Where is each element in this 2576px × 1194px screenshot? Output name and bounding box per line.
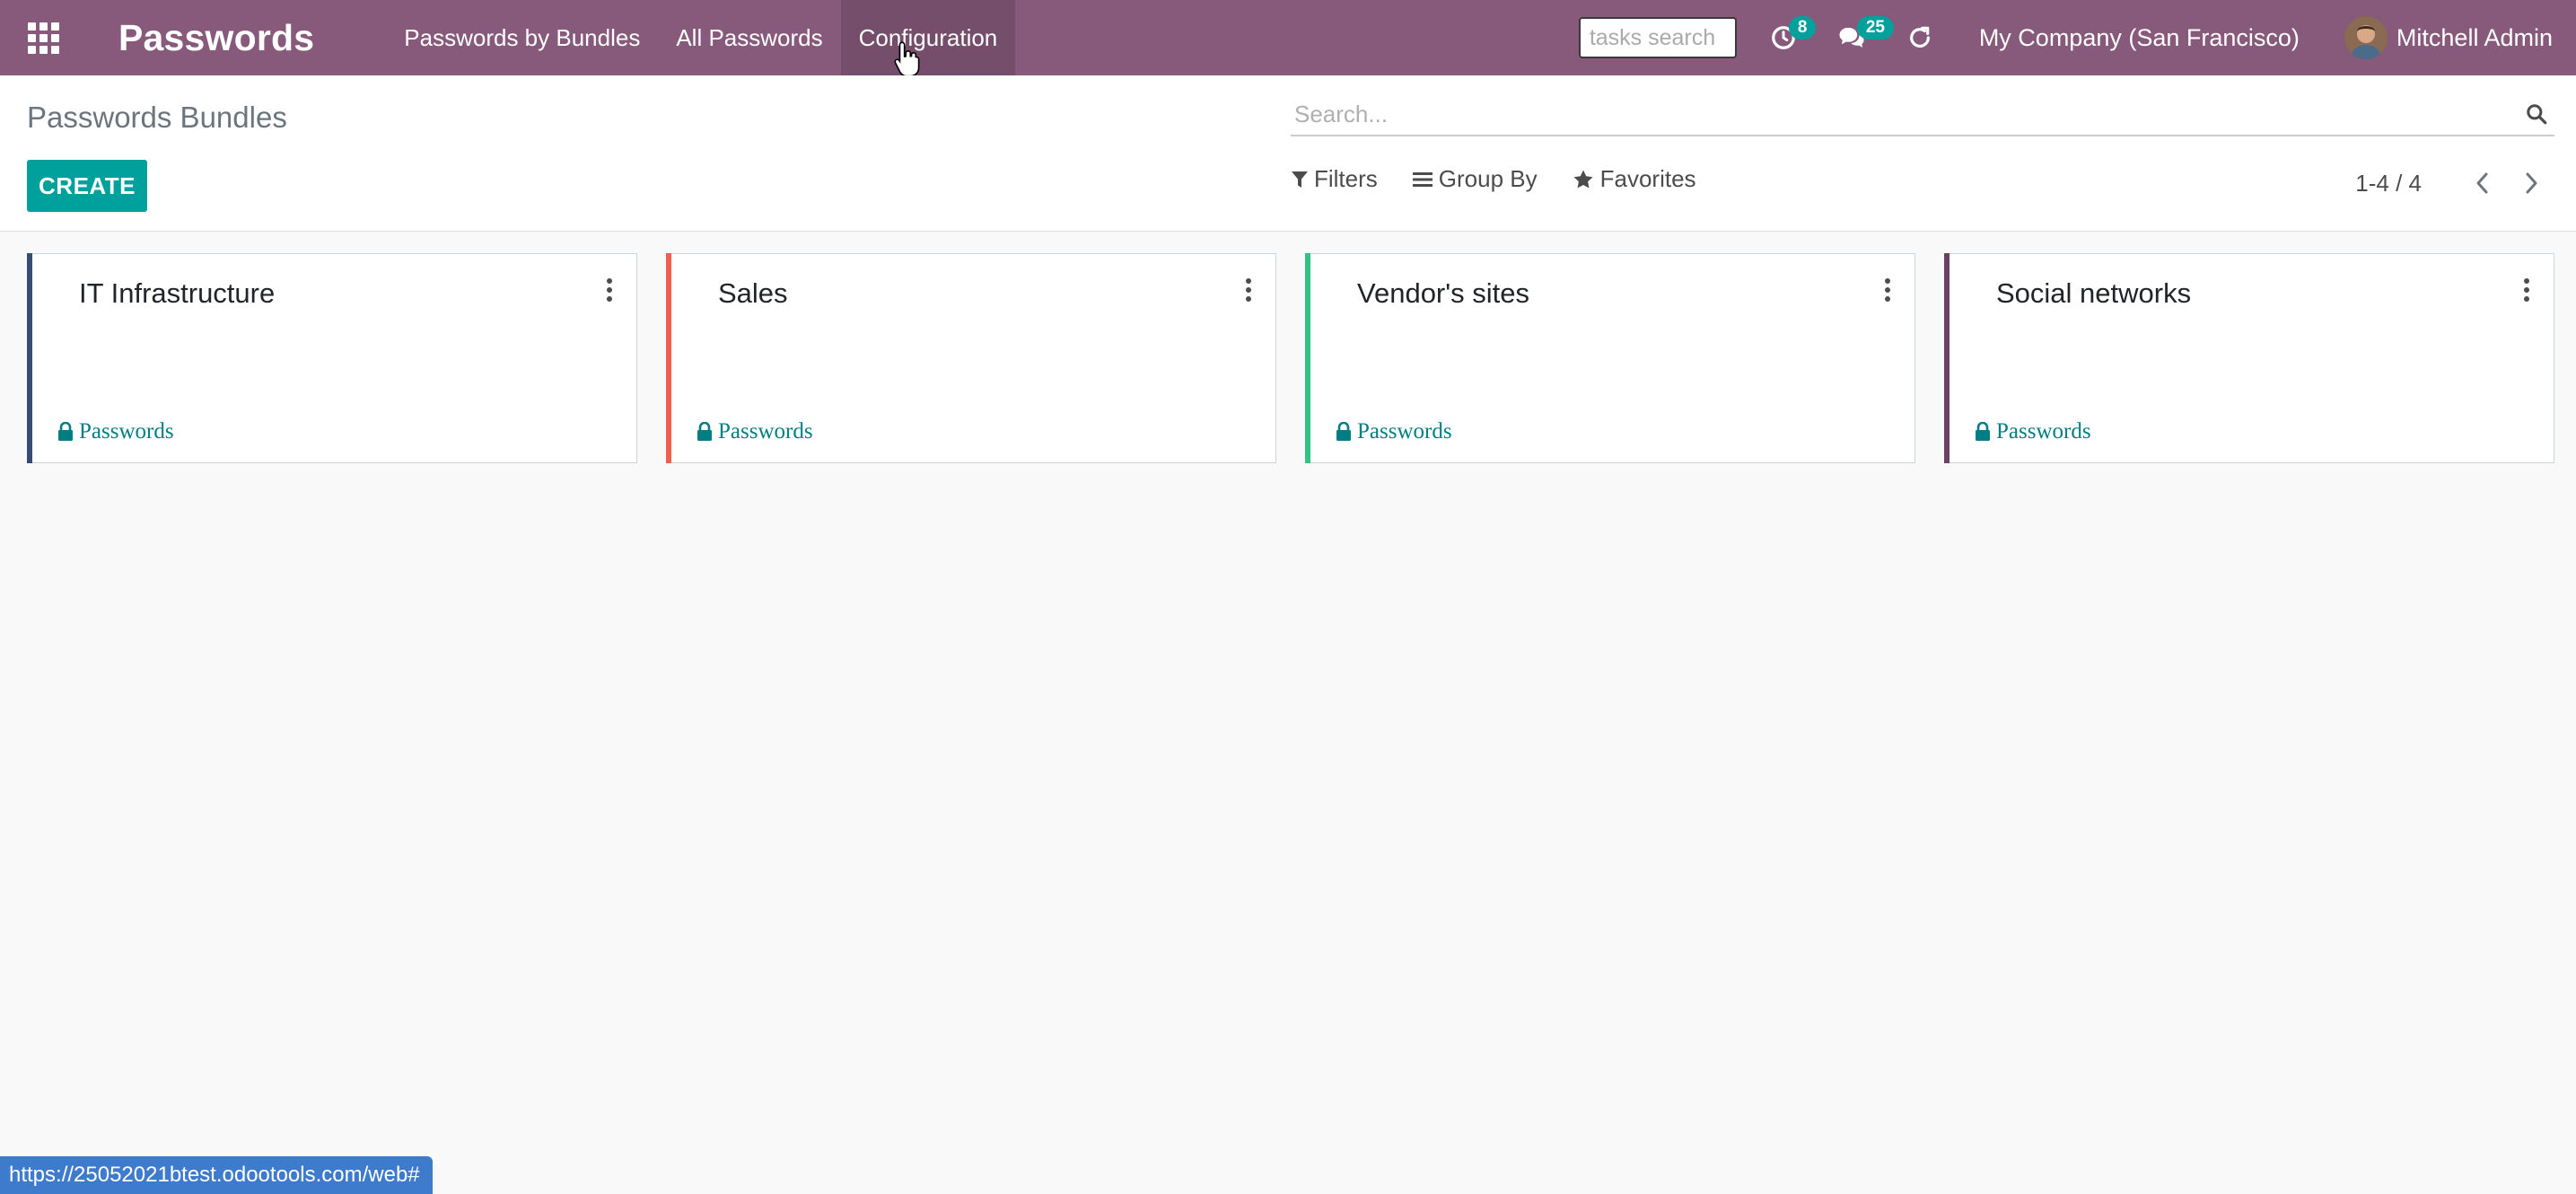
app-title[interactable]: Passwords bbox=[118, 17, 314, 59]
filters-button[interactable]: Filters bbox=[1291, 165, 1378, 193]
refresh-icon bbox=[1909, 26, 1930, 48]
navbar-systray: 8 25 My Company (San Francisco) bbox=[1578, 0, 2576, 75]
lock-icon bbox=[697, 422, 712, 441]
card-link-label: Passwords bbox=[718, 419, 813, 443]
group-by-button[interactable]: Group By bbox=[1412, 165, 1538, 193]
card-dropdown-toggle[interactable] bbox=[1877, 274, 1898, 306]
card-dropdown-toggle[interactable] bbox=[1238, 274, 1259, 306]
favorites-label: Favorites bbox=[1599, 165, 1696, 192]
activity-button[interactable]: 8 bbox=[1757, 0, 1817, 75]
chevron-right-icon bbox=[2526, 172, 2537, 194]
messages-count-badge: 25 bbox=[1856, 16, 1894, 40]
search-bar bbox=[1291, 93, 2554, 136]
menu-configuration[interactable]: Configuration bbox=[840, 0, 1016, 75]
apps-menu-button[interactable] bbox=[0, 0, 86, 75]
lock-icon bbox=[58, 422, 73, 441]
card-color-stripe bbox=[1944, 253, 1950, 463]
menu-passwords-by-bundles[interactable]: Passwords by Bundles bbox=[386, 0, 658, 75]
kanban-card[interactable]: Vendor's sites Passwords bbox=[1305, 253, 1915, 463]
control-panel: Passwords Bundles CREATE Filters Group B… bbox=[0, 75, 2576, 232]
card-color-stripe bbox=[27, 253, 32, 463]
card-title: IT Infrastructure bbox=[79, 277, 276, 309]
main-menu: Passwords by Bundles All Passwords Confi… bbox=[386, 0, 1016, 75]
top-navbar: Passwords Passwords by Bundles All Passw… bbox=[0, 0, 2576, 75]
card-color-stripe bbox=[1305, 253, 1310, 463]
kanban-card[interactable]: IT Infrastructure Passwords bbox=[27, 253, 637, 463]
card-color-stripe bbox=[666, 253, 671, 463]
card-title: Vendor's sites bbox=[1357, 277, 1530, 309]
pager: 1-4 / 4 bbox=[2355, 165, 2549, 201]
search-input[interactable] bbox=[1291, 100, 2519, 128]
search-button[interactable] bbox=[2519, 96, 2554, 132]
card-dropdown-toggle[interactable] bbox=[599, 274, 620, 306]
lock-icon bbox=[1976, 422, 1990, 441]
breadcrumb: Passwords Bundles bbox=[27, 101, 287, 134]
activity-count-badge: 8 bbox=[1788, 16, 1817, 40]
apps-grid-icon bbox=[27, 22, 59, 54]
favorites-button[interactable]: Favorites bbox=[1572, 165, 1696, 193]
messages-button[interactable]: 25 bbox=[1825, 0, 1894, 75]
hand-cursor-icon bbox=[894, 41, 920, 77]
card-passwords-link[interactable]: Passwords bbox=[57, 419, 174, 444]
star-icon bbox=[1573, 170, 1593, 188]
card-passwords-link[interactable]: Passwords bbox=[697, 419, 813, 444]
chevron-left-icon bbox=[2476, 172, 2488, 194]
lock-icon bbox=[1336, 422, 1351, 441]
card-title: Sales bbox=[718, 277, 788, 309]
kanban-card[interactable]: Social networks Passwords bbox=[1944, 253, 2554, 463]
filters-label: Filters bbox=[1314, 165, 1378, 192]
card-title: Social networks bbox=[1996, 277, 2192, 309]
group-by-label: Group By bbox=[1438, 165, 1538, 192]
search-options: Filters Group By Favorites bbox=[1291, 165, 1730, 193]
card-passwords-link[interactable]: Passwords bbox=[1975, 419, 2091, 444]
refresh-button[interactable] bbox=[1893, 0, 1947, 75]
card-link-label: Passwords bbox=[1996, 419, 2091, 443]
tasks-search-input[interactable] bbox=[1578, 17, 1737, 58]
menu-all-passwords[interactable]: All Passwords bbox=[658, 0, 840, 75]
search-icon bbox=[2527, 104, 2547, 125]
card-passwords-link[interactable]: Passwords bbox=[1336, 419, 1452, 444]
card-dropdown-toggle[interactable] bbox=[2516, 274, 2537, 306]
status-url-tooltip: https://25052021btest.odootools.com/web# bbox=[0, 1156, 433, 1194]
filter-icon bbox=[1292, 171, 1308, 188]
kanban-card[interactable]: Sales Passwords bbox=[666, 253, 1276, 463]
user-name: Mitchell Admin bbox=[2396, 23, 2553, 51]
pager-value[interactable]: 1-4 / 4 bbox=[2355, 170, 2422, 198]
kanban-view: IT Infrastructure Passwords Sales Passwo… bbox=[27, 253, 2554, 463]
card-link-label: Passwords bbox=[79, 419, 174, 443]
company-switcher[interactable]: My Company (San Francisco) bbox=[1979, 24, 2300, 52]
list-bars-icon bbox=[1412, 171, 1433, 187]
create-button[interactable]: CREATE bbox=[27, 160, 147, 212]
pager-previous-button[interactable] bbox=[2465, 165, 2501, 201]
card-link-label: Passwords bbox=[1357, 419, 1452, 443]
avatar bbox=[2344, 16, 2388, 59]
user-menu[interactable]: Mitchell Admin bbox=[2344, 16, 2553, 59]
pager-next-button[interactable] bbox=[2513, 165, 2549, 201]
